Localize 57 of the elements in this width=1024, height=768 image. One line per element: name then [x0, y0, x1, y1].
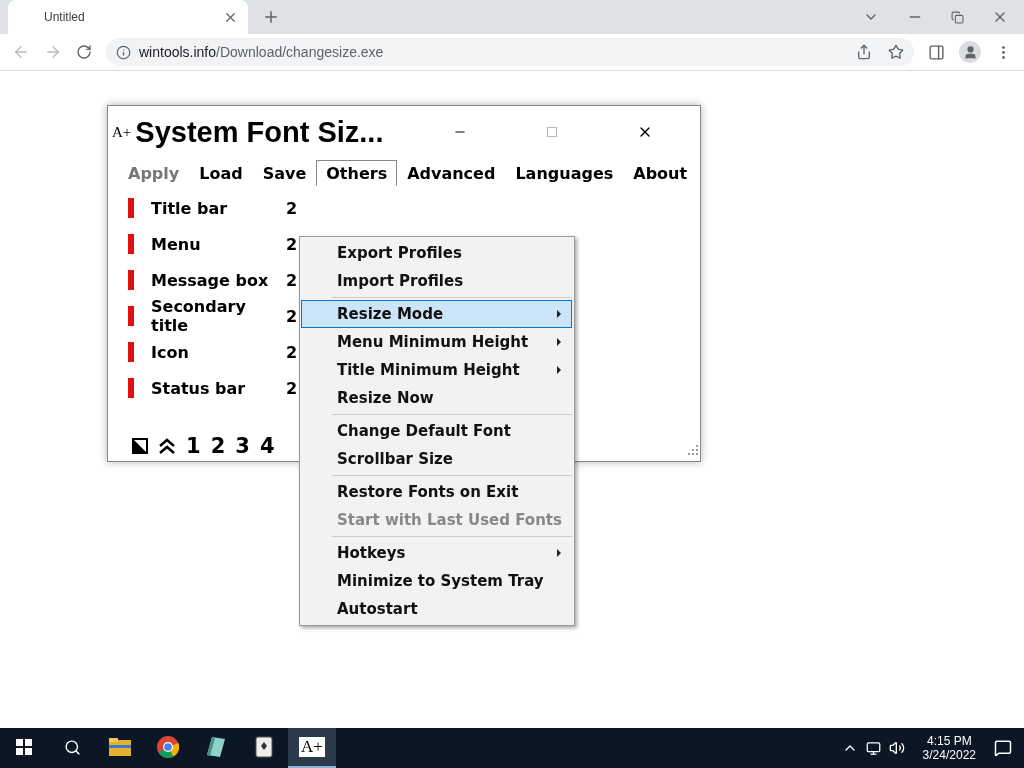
font-size-value: 2	[286, 270, 298, 290]
preset-button[interactable]: 1	[186, 434, 201, 458]
dropdown-item[interactable]: Hotkeys	[301, 539, 572, 567]
font-size-value: 2	[286, 306, 298, 326]
double-chevron-up-icon[interactable]	[158, 438, 176, 454]
contrast-icon[interactable]	[132, 438, 148, 454]
font-size-value: 2	[286, 234, 298, 254]
dropdown-item[interactable]: Minimize to System Tray	[301, 567, 572, 595]
font-item-label[interactable]: Menu	[151, 234, 286, 254]
info-icon	[116, 44, 131, 60]
url-text: wintools.info/Download/changesize.exe	[139, 44, 384, 60]
notification-icon[interactable]	[994, 739, 1012, 757]
clock[interactable]: 4:15 PM 3/24/2022	[922, 734, 976, 762]
preset-button[interactable]: 4	[259, 434, 275, 458]
new-tab-icon[interactable]	[262, 8, 280, 26]
font-item-label[interactable]: Message box	[151, 270, 286, 290]
folder-icon	[109, 738, 131, 756]
restore-icon[interactable]	[951, 10, 964, 24]
browser-icon	[157, 736, 179, 758]
font-item-label[interactable]: Secondary title	[151, 297, 286, 335]
dropdown-item[interactable]: Import Profiles	[301, 267, 572, 295]
dropdown-item[interactable]: Change Default Font	[301, 417, 572, 445]
preset-button[interactable]: 2	[210, 434, 226, 458]
dropdown-item[interactable]: Resize Mode	[301, 300, 572, 328]
taskbar-app[interactable]: A+	[288, 728, 336, 768]
profile-icon[interactable]	[959, 41, 981, 63]
font-item-label[interactable]: Status bar	[151, 378, 286, 398]
notebook-icon	[206, 736, 226, 758]
preset-button[interactable]: 3	[235, 434, 250, 458]
app-icon: A+	[112, 123, 132, 141]
font-item-label[interactable]: Title bar	[151, 198, 286, 218]
font-item-label[interactable]: Icon	[151, 342, 286, 362]
app-icon: A+	[299, 737, 325, 757]
dropdown-item[interactable]: Resize Now	[301, 384, 572, 412]
cards-icon	[255, 736, 273, 758]
font-size-value: 2	[286, 342, 298, 362]
font-size-value: 2	[286, 378, 298, 398]
window-title: System Font Siz...	[135, 115, 385, 149]
dropdown-item[interactable]: Title Minimum Height	[301, 356, 572, 384]
dropdown-item[interactable]: Export Profiles	[301, 239, 572, 267]
browser-tab[interactable]: Untitled	[8, 0, 248, 34]
share-icon[interactable]	[856, 44, 872, 60]
date-text: 3/24/2022	[922, 748, 976, 762]
reload-icon[interactable]	[76, 44, 92, 60]
font-size-value: 2	[286, 198, 298, 218]
dropdown-item[interactable]: Menu Minimum Height	[301, 328, 572, 356]
tab-title: Untitled	[44, 10, 85, 24]
time-text: 4:15 PM	[926, 734, 972, 748]
network-icon[interactable]	[865, 740, 881, 756]
dropdown-item[interactable]: Autostart	[301, 595, 572, 623]
dropdown-item[interactable]: Scrollbar Size	[301, 445, 572, 473]
menu-item[interactable]: Others	[316, 160, 398, 186]
star-icon[interactable]	[888, 44, 904, 60]
dropdown-item[interactable]: Restore Fonts on Exit	[301, 478, 572, 506]
address-bar[interactable]: wintools.info/Download/changesize.exe	[106, 38, 914, 66]
side-panel-icon[interactable]	[928, 43, 945, 61]
volume-icon[interactable]	[888, 740, 905, 756]
